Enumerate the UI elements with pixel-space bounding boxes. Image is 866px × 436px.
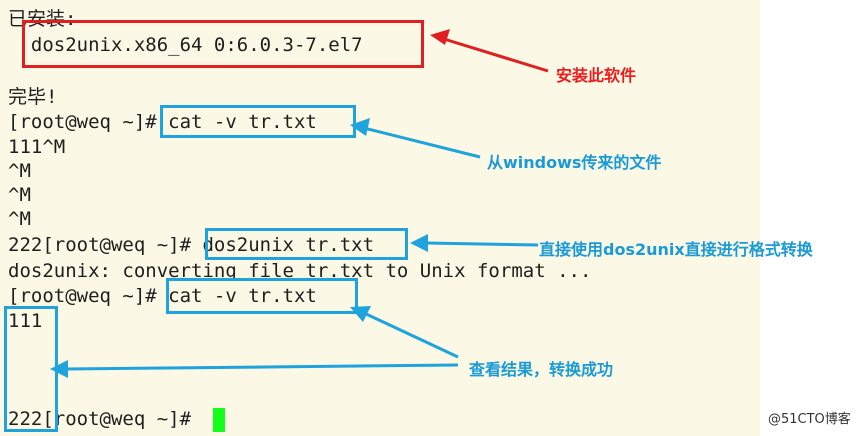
annotation-from-windows: 从windows传来的文件: [487, 153, 662, 172]
watermark: @51CTO博客: [768, 412, 851, 427]
annotation-arrows: [50, 29, 549, 378]
arrow-result-upper: [350, 306, 459, 359]
annotation-result: 查看结果，转换成功: [469, 360, 614, 379]
annotation-convert: 直接使用dos2unix直接进行格式转换: [539, 240, 813, 259]
arrow-from-windows: [350, 118, 481, 159]
arrow-install: [430, 29, 549, 73]
arrow-result-left: [50, 360, 459, 378]
annotation-install: 安装此软件: [556, 66, 637, 85]
screenshot-canvas: 已安装: dos2unix.x86_64 0:6.0.3-7.el7 完毕! […: [0, 0, 866, 436]
arrow-convert: [410, 234, 539, 252]
